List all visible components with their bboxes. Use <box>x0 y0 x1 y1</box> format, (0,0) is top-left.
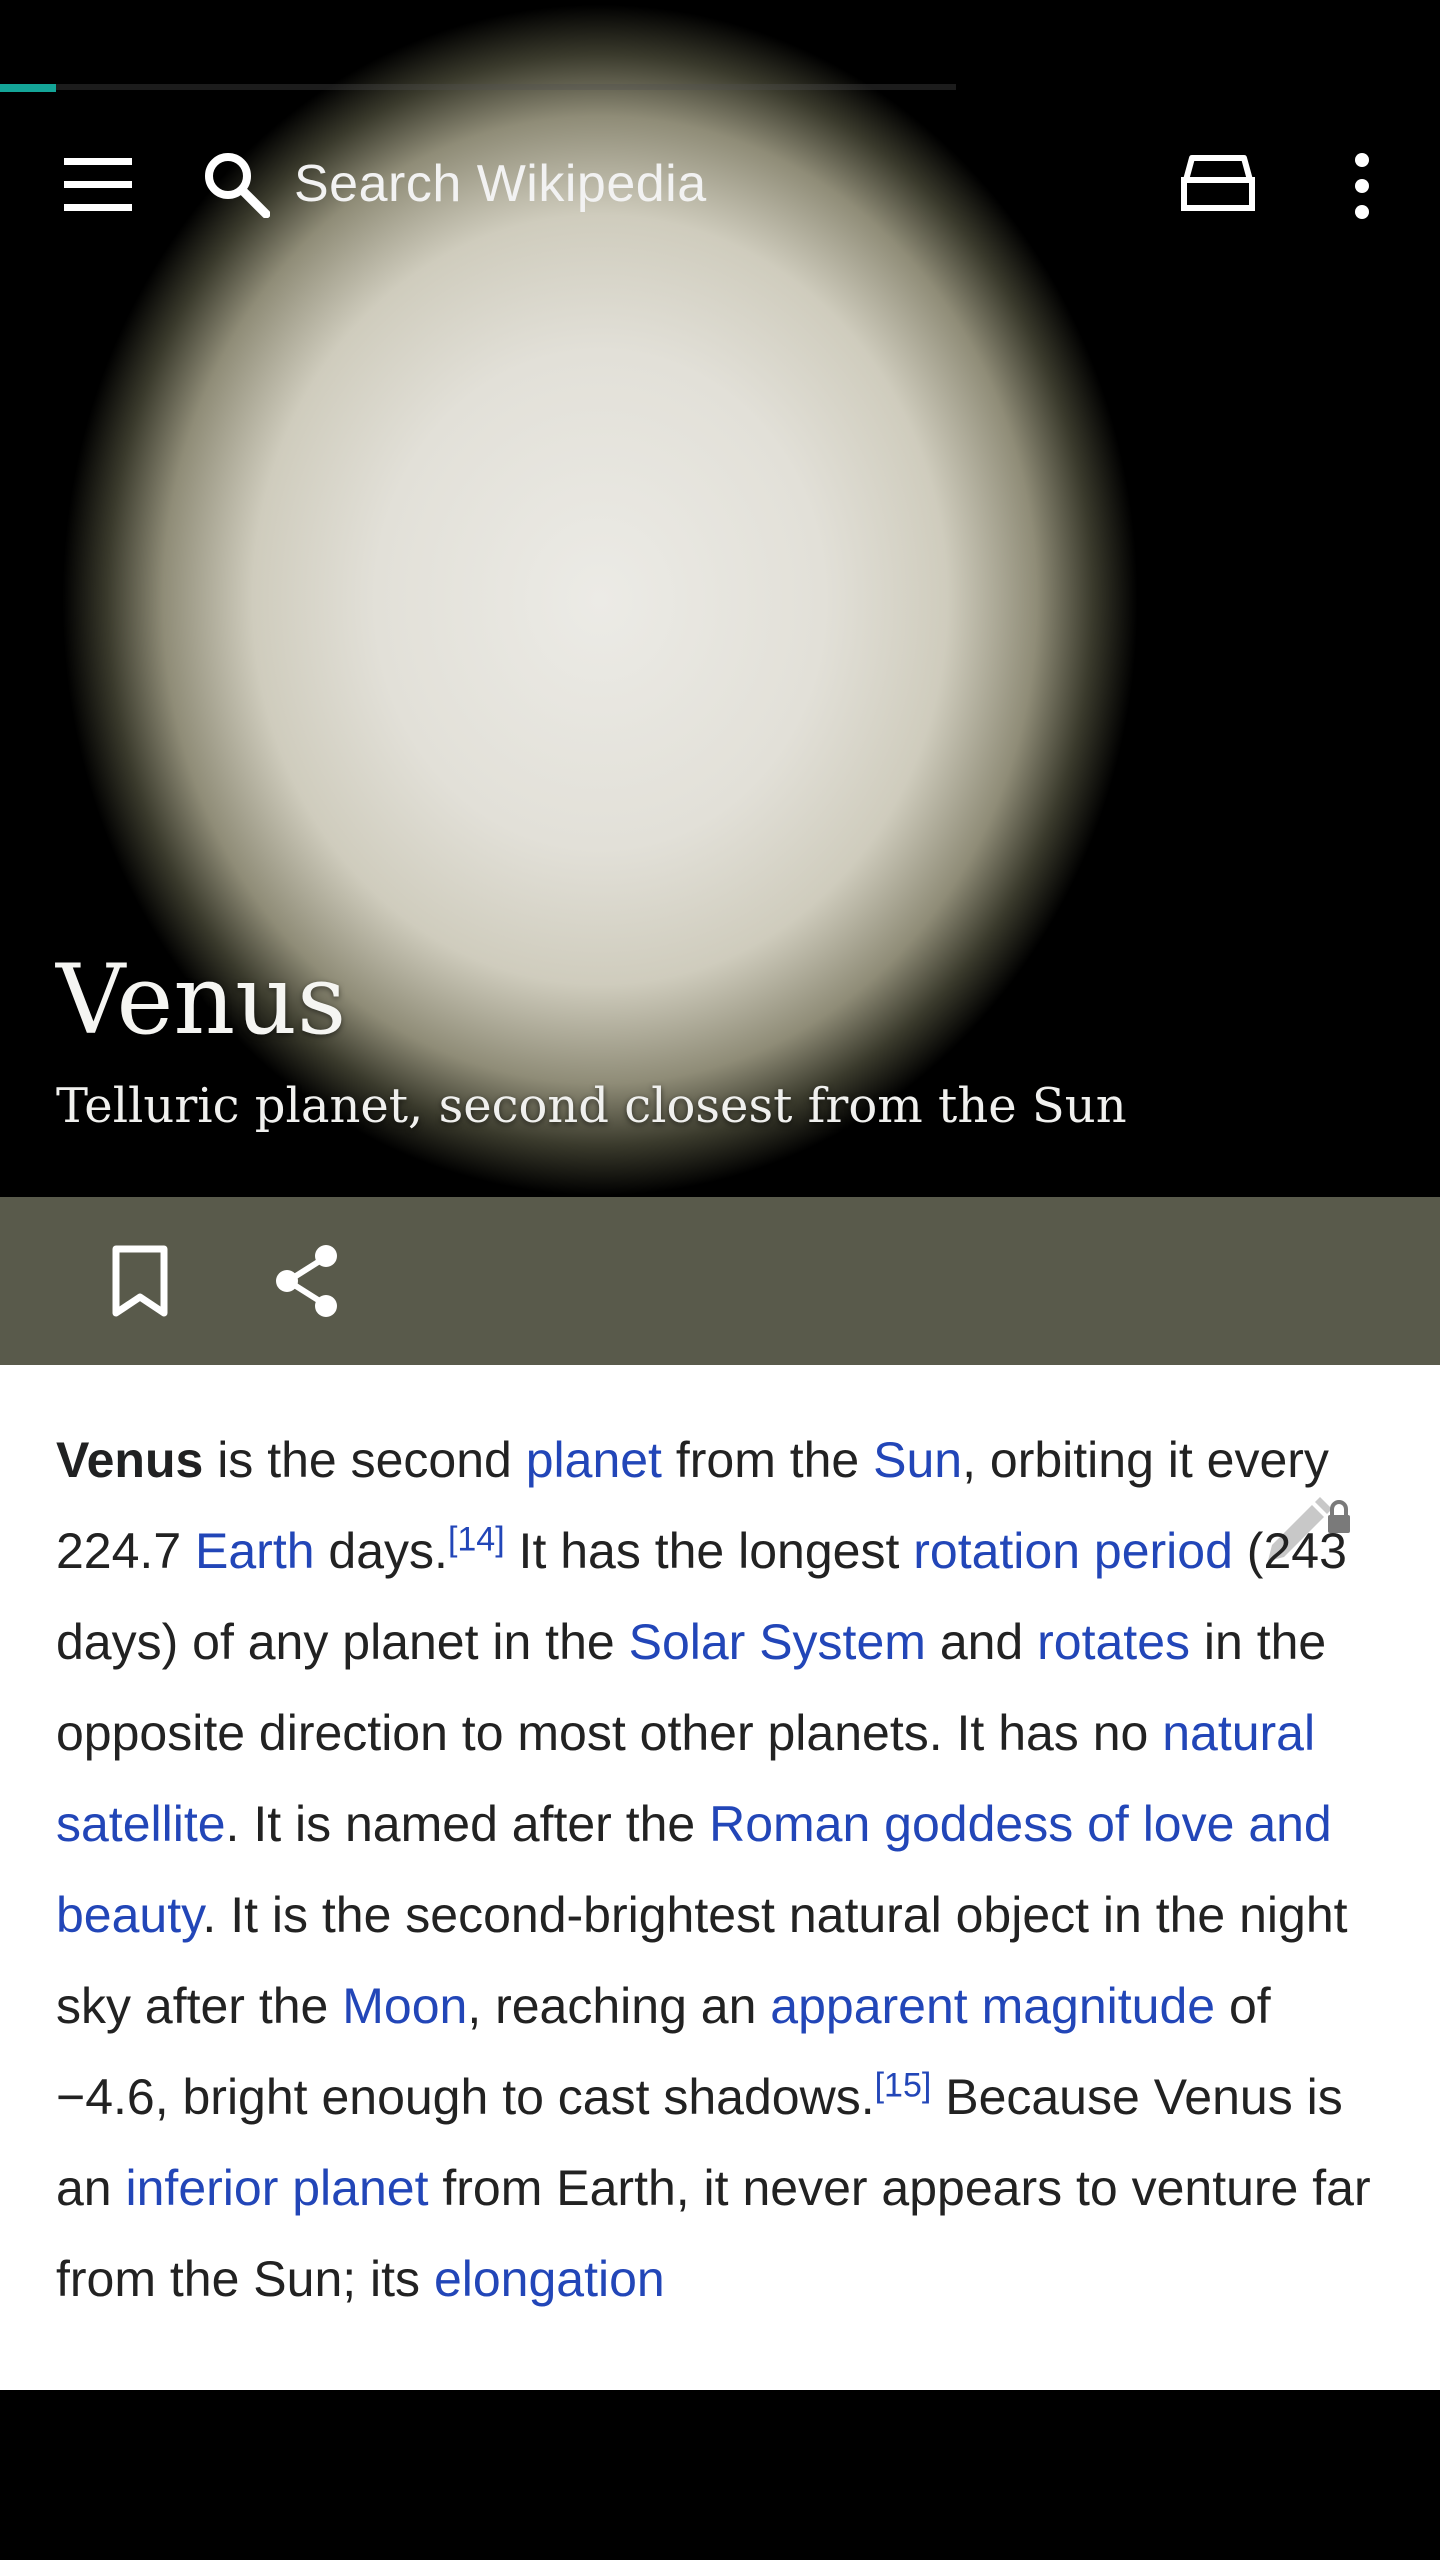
text: from the <box>661 1432 874 1488</box>
article-content: Venus is the second planet from the Sun,… <box>0 1365 1440 2390</box>
link-planet[interactable]: planet <box>526 1432 662 1488</box>
page-description: Telluric planet, second closest from the… <box>56 1078 1127 1134</box>
text: It has the longest <box>504 1523 914 1579</box>
page-title: Venus <box>56 944 347 1056</box>
link-rotation-period[interactable]: rotation period <box>913 1523 1233 1579</box>
bookmark-icon[interactable] <box>110 1245 170 1317</box>
top-toolbar: Search Wikipedia <box>0 120 1440 246</box>
lead-paragraph: Venus is the second planet from the Sun,… <box>56 1415 1396 2325</box>
search-icon[interactable] <box>202 150 270 218</box>
menu-icon[interactable] <box>64 156 132 212</box>
link-apparent-magnitude[interactable]: apparent magnitude <box>770 1978 1215 2034</box>
link-sun[interactable]: Sun <box>873 1432 962 1488</box>
link-inferior-planet[interactable]: inferior planet <box>126 2160 429 2216</box>
text: is the second <box>203 1432 526 1488</box>
link-solar-system[interactable]: Solar System <box>629 1614 926 1670</box>
progress-track <box>56 84 956 90</box>
lead-image[interactable]: Search Wikipedia Venus Telluric planet, … <box>0 0 1440 1197</box>
link-earth[interactable]: Earth <box>195 1523 315 1579</box>
text: . It is named after the <box>225 1796 710 1852</box>
more-vert-icon[interactable] <box>1340 150 1384 222</box>
page-action-bar <box>0 1197 1440 1365</box>
search-input[interactable]: Search Wikipedia <box>294 154 707 214</box>
reference-14[interactable]: [14] <box>448 1520 505 1558</box>
text: and <box>925 1614 1038 1670</box>
share-icon[interactable] <box>272 1243 342 1319</box>
link-elongation[interactable]: elongation <box>434 2251 665 2307</box>
text: , reaching an <box>467 1978 771 2034</box>
system-navigation-bar <box>0 2390 1440 2560</box>
link-rotates[interactable]: rotates <box>1037 1614 1190 1670</box>
reference-15[interactable]: [15] <box>875 2066 932 2104</box>
text: days. <box>314 1523 448 1579</box>
tabs-icon[interactable] <box>1180 154 1256 214</box>
loading-progress-bar <box>0 84 56 92</box>
link-moon[interactable]: Moon <box>342 1978 467 2034</box>
bold-term: Venus <box>56 1432 204 1488</box>
